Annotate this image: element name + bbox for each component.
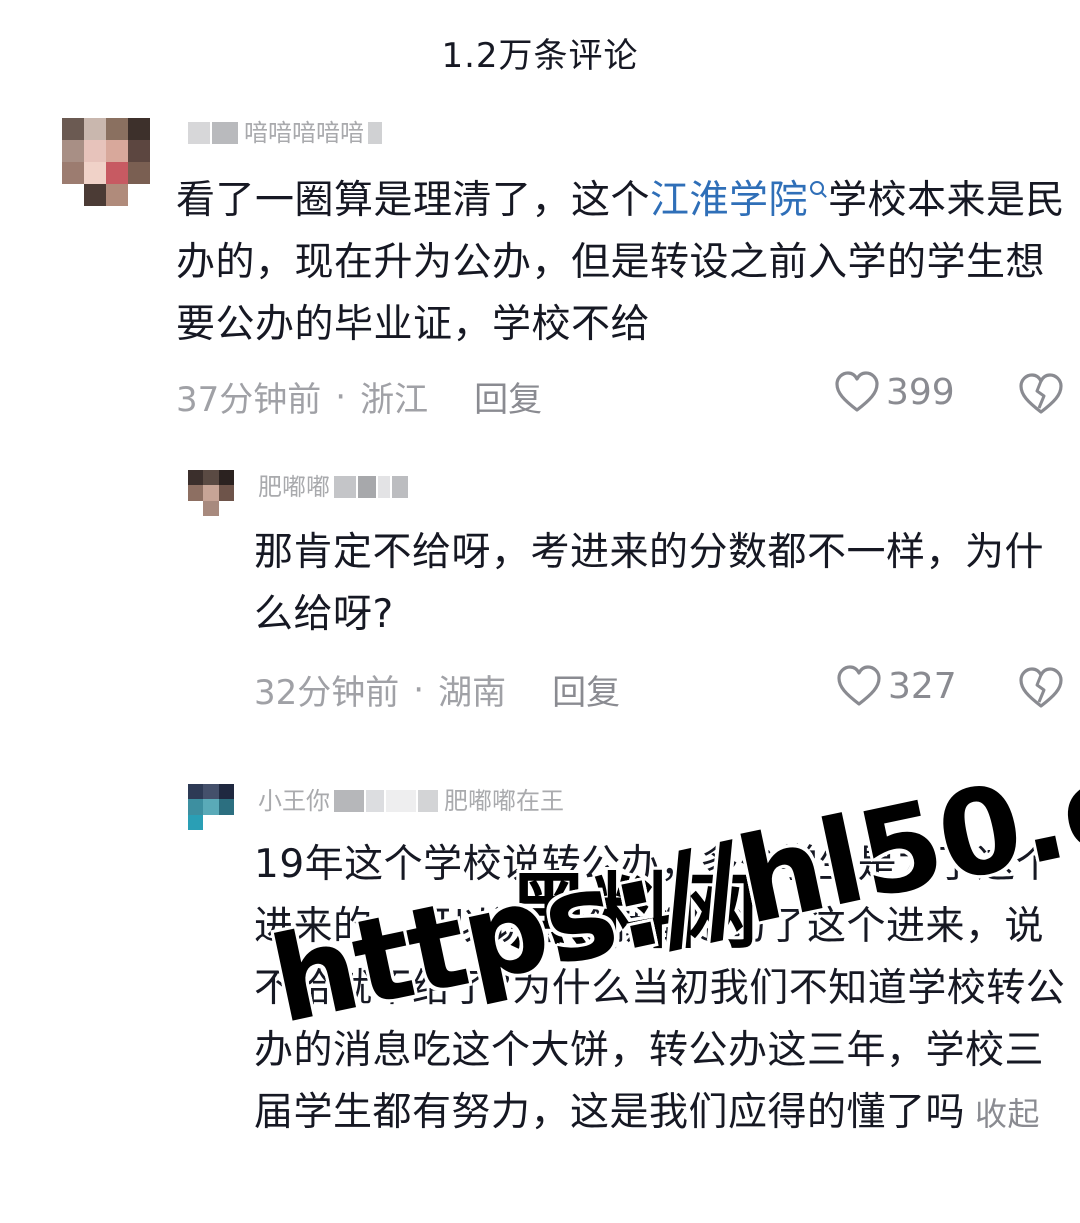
comment-text: 看了一圈算是理清了，这个江淮学院 学校本来是民办的，现在升为公办，但是转设之前入学… xyxy=(176,178,1066,347)
comments-page: 1.2万条评论 喑喑喑喑喑 看了一圈算是理清了，这个江淮学院 学校本来是民办的，现… xyxy=(0,0,1080,1223)
comment-meta: 37分钟前 · 浙江 回复 xyxy=(176,372,542,421)
comment-location: 浙江 xyxy=(360,380,429,420)
avatar[interactable] xyxy=(188,784,234,830)
comment-time: 32分钟前 xyxy=(254,673,400,713)
keyword-link[interactable]: 江淮学院 xyxy=(650,178,808,223)
like-button[interactable]: 327 xyxy=(836,664,957,708)
avatar[interactable] xyxy=(188,470,234,516)
search-icon[interactable] xyxy=(810,181,825,195)
comment-text: 19年这个学校说转公办，多少学生是为了这个进来的，可以说不给就都是为了这个进来，… xyxy=(254,842,1066,1135)
comment-count-title: 1.2万条评论 xyxy=(441,36,639,76)
like-count: 327 xyxy=(888,665,957,707)
heart-icon xyxy=(837,665,881,706)
broken-heart-icon xyxy=(1019,667,1063,708)
comment-text: 那肯定不给呀，考进来的分数都不一样，为什么给呀? xyxy=(254,530,1045,637)
meta-separator: · xyxy=(413,669,425,710)
comment-time: 37分钟前 xyxy=(176,380,322,420)
comment-location: 湖南 xyxy=(438,673,507,713)
like-button[interactable]: 399 xyxy=(834,370,955,414)
like-count: 399 xyxy=(886,371,955,413)
meta-separator: · xyxy=(335,376,347,417)
broken-heart-icon xyxy=(1019,373,1063,414)
reply-button[interactable]: 回复 xyxy=(552,665,620,714)
avatar[interactable] xyxy=(62,118,150,206)
comment-meta: 32分钟前 · 湖南 回复 xyxy=(254,665,620,714)
collapse-button[interactable]: 收起 xyxy=(975,1095,1040,1133)
dislike-button[interactable] xyxy=(1018,372,1064,420)
reply-button[interactable]: 回复 xyxy=(474,372,542,421)
username-pixelated[interactable]: 肥嘟嘟 xyxy=(254,474,410,500)
username-pixelated[interactable]: 小王你 肥嘟嘟在王 xyxy=(254,788,568,814)
heart-icon xyxy=(835,371,879,412)
username-pixelated[interactable]: 喑喑喑喑喑 xyxy=(188,120,384,146)
dislike-button[interactable] xyxy=(1018,666,1064,714)
